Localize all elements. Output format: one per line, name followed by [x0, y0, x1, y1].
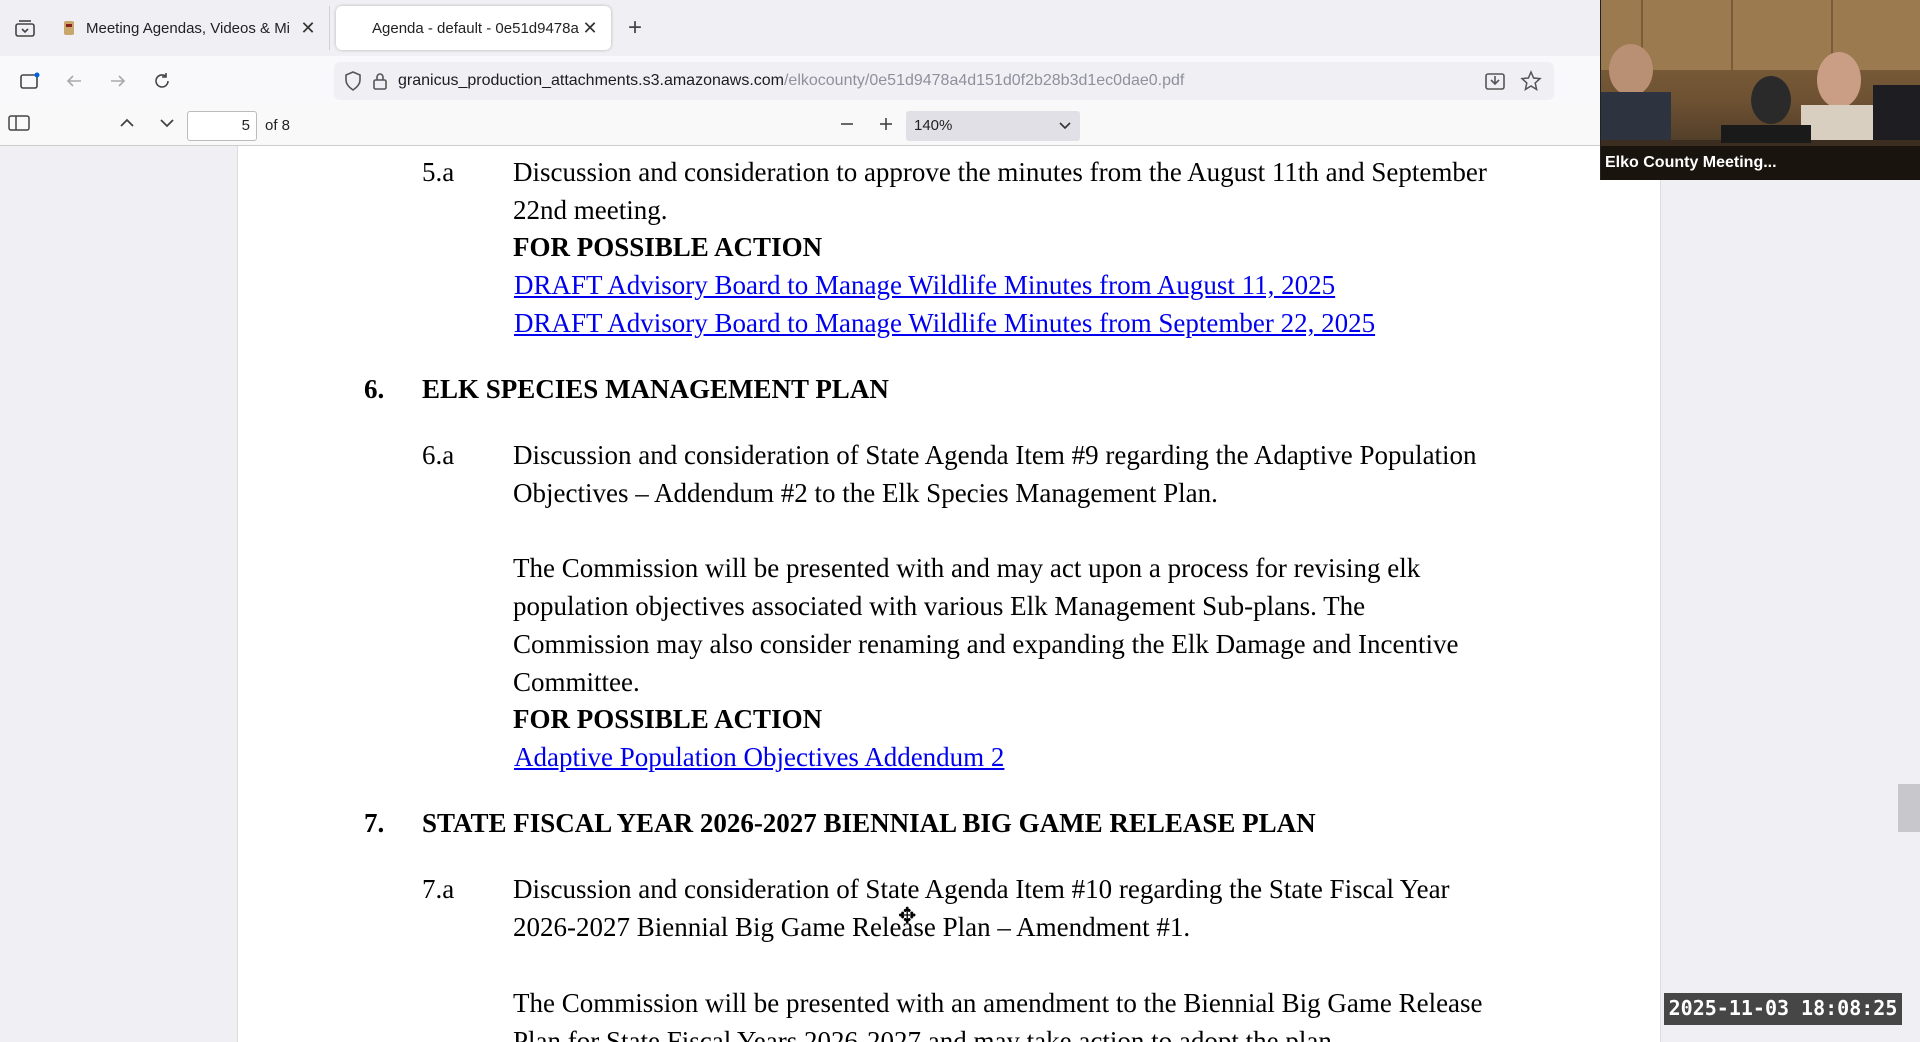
url-path: /elkocounty/0e51d9478a4d151d0f2b28b3d1ec… [783, 72, 1185, 89]
minutes-august-link[interactable]: DRAFT Advisory Board to Manage Wildlife … [514, 266, 1335, 304]
item-paragraph: Commission may also consider renaming an… [513, 629, 1459, 659]
section-number: 6. [364, 374, 385, 404]
scrollbar-thumb[interactable] [1898, 784, 1920, 832]
action-label: FOR POSSIBLE ACTION [513, 232, 823, 262]
move-cursor-icon: ✥ [898, 903, 917, 928]
chevron-up-icon [120, 118, 134, 127]
item-number: 6.a [422, 440, 455, 470]
sidebar-icon [20, 72, 40, 89]
plus-icon [880, 118, 892, 130]
close-tab-icon[interactable]: ✕ [299, 18, 317, 39]
item-paragraph: Committee. [513, 667, 640, 697]
item-paragraph: population objectives associated with va… [513, 591, 1366, 621]
zoom-value: 140% [914, 117, 953, 134]
item-number: 7.a [422, 874, 455, 904]
section-number: 7. [364, 808, 385, 838]
item-text: Discussion and consideration of State Ag… [513, 874, 1450, 904]
tab-list-button[interactable] [0, 0, 50, 56]
item-paragraph: The Commission will be presented with an… [513, 988, 1483, 1018]
county-seal-favicon-icon [64, 21, 74, 35]
tracking-protection-shield-icon[interactable] [344, 71, 362, 91]
minus-icon [841, 123, 853, 125]
pdf-sidebar-toggle-button[interactable] [8, 114, 30, 136]
address-bar[interactable]: granicus_production_attachments.s3.amazo… [334, 62, 1554, 100]
pdf-toolbar: 5 of 8 140% [0, 106, 1600, 146]
new-tab-button[interactable]: + [611, 0, 659, 56]
item-text: Discussion and consideration to approve … [513, 157, 1487, 187]
previous-page-button[interactable] [118, 115, 136, 135]
navigation-bar: granicus_production_attachments.s3.amazo… [0, 56, 1600, 106]
tab-title: Meeting Agendas, Videos & Mi [86, 19, 291, 37]
addendum-link[interactable]: Adaptive Population Objectives Addendum … [514, 738, 1004, 776]
arrow-left-icon [66, 75, 81, 87]
sidebar-toggle-button[interactable] [8, 63, 52, 99]
chevron-down-icon [1059, 122, 1071, 130]
blank-favicon-icon [348, 20, 362, 36]
url-host: granicus_production_attachments.s3.amazo… [398, 72, 784, 89]
chevron-down-icon [160, 119, 174, 128]
zoom-select[interactable]: 140% [906, 111, 1080, 141]
back-button[interactable] [52, 63, 96, 99]
lock-icon[interactable] [372, 71, 388, 91]
reload-icon [155, 73, 169, 88]
arrow-right-icon [111, 75, 126, 87]
item-text: 2026-2027 Biennial Big Game Release Plan… [513, 912, 1191, 942]
tab-meeting-agendas[interactable]: Meeting Agendas, Videos & Mi ✕ [50, 6, 330, 50]
tab-list-icon [15, 20, 35, 37]
page-total: of 8 [265, 117, 291, 134]
item-text: Objectives – Addendum #2 to the Elk Spec… [513, 478, 1218, 508]
timestamp-overlay: 2025-11-03 18:08:25 [1664, 993, 1902, 1025]
video-overlay[interactable]: Elko County Meeting... [1600, 0, 1920, 180]
item-paragraph: Plan for State Fiscal Years 2026-2027 an… [513, 1026, 1339, 1042]
section-title: ELK SPECIES MANAGEMENT PLAN [422, 374, 889, 404]
zoom-out-button[interactable] [838, 115, 856, 137]
pdf-viewer[interactable]: 5.a Discussion and consideration to appr… [0, 146, 1920, 1042]
save-to-pocket-icon[interactable] [1484, 71, 1506, 91]
zoom-in-button[interactable] [877, 115, 895, 137]
minutes-september-link[interactable]: DRAFT Advisory Board to Manage Wildlife … [514, 304, 1375, 342]
tab-bar: Meeting Agendas, Videos & Mi ✕ Agenda - … [0, 0, 1600, 56]
forward-button[interactable] [96, 63, 140, 99]
item-number: 5.a [422, 157, 455, 187]
reload-button[interactable] [140, 63, 184, 99]
video-title: Elko County Meeting... [1601, 146, 1920, 180]
item-paragraph: The Commission will be presented with an… [513, 553, 1421, 583]
tab-title: Agenda - default - 0e51d9478a [372, 19, 579, 37]
close-tab-icon[interactable]: ✕ [581, 18, 599, 39]
next-page-button[interactable] [158, 115, 176, 135]
pdf-page: 5.a Discussion and consideration to appr… [237, 146, 1661, 1042]
bookmark-star-icon[interactable] [1520, 70, 1542, 92]
item-text: 22nd meeting. [513, 195, 668, 225]
action-label: FOR POSSIBLE ACTION [513, 704, 823, 734]
tab-agenda-pdf[interactable]: Agenda - default - 0e51d9478a ✕ [336, 6, 611, 50]
item-text: Discussion and consideration of State Ag… [513, 440, 1477, 470]
page-number-input[interactable]: 5 [187, 111, 257, 141]
section-title: STATE FISCAL YEAR 2026-2027 BIENNIAL BIG… [422, 808, 1316, 838]
pdf-sidebar-icon [8, 115, 30, 131]
